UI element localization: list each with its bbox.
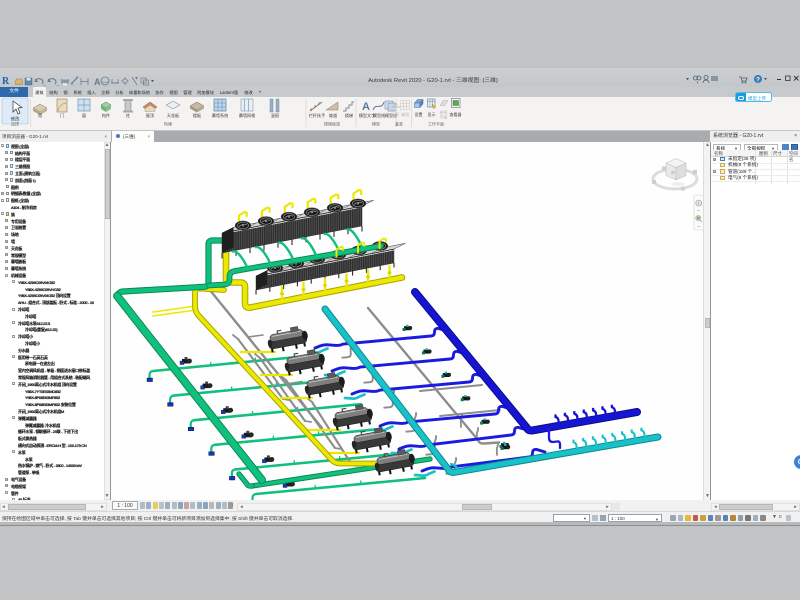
svg-text:A: A (362, 101, 370, 113)
svg-text:查看器: 查看器 (450, 111, 462, 117)
svg-text:幕墙系统: 幕墙系统 (212, 112, 228, 118)
svg-text:楼梯: 楼梯 (345, 112, 353, 118)
svg-text:栏杆扶手: 栏杆扶手 (309, 112, 325, 118)
svg-text:模型: 模型 (372, 121, 380, 127)
svg-text:墙: 墙 (38, 112, 42, 118)
svg-text:构建: 构建 (164, 121, 172, 127)
svg-text:工作平面: 工作平面 (428, 121, 444, 127)
svg-text:选择: 选择 (11, 121, 19, 127)
svg-text:屋顶: 屋顶 (146, 112, 154, 118)
svg-text:坡道: 坡道 (329, 112, 337, 118)
svg-text:前: 前 (671, 169, 675, 175)
svg-text:门: 门 (60, 112, 64, 118)
svg-text:楼梯坡道: 楼梯坡道 (324, 121, 340, 127)
svg-text:显示: 显示 (428, 112, 436, 117)
svg-text:构件: 构件 (102, 112, 110, 118)
svg-text:标高: 标高 (391, 111, 399, 117)
svg-text:竖梃: 竖梃 (271, 112, 279, 118)
svg-text:柱: 柱 (126, 112, 130, 118)
svg-text:轴网: 轴网 (401, 111, 409, 117)
svg-text:设置: 设置 (415, 111, 423, 117)
svg-text:R: R (2, 76, 10, 86)
svg-text:?: ? (756, 77, 760, 84)
svg-text:平面: 平面 (440, 115, 448, 120)
svg-text:幕墙网格: 幕墙网格 (239, 112, 255, 118)
svg-text:基准: 基准 (395, 121, 403, 127)
svg-text:窗: 窗 (82, 112, 86, 118)
svg-text:天花板: 天花板 (167, 112, 179, 118)
svg-text:楼板: 楼板 (193, 112, 201, 118)
svg-text:模型线: 模型线 (373, 112, 385, 118)
svg-text:A: A (94, 77, 101, 86)
